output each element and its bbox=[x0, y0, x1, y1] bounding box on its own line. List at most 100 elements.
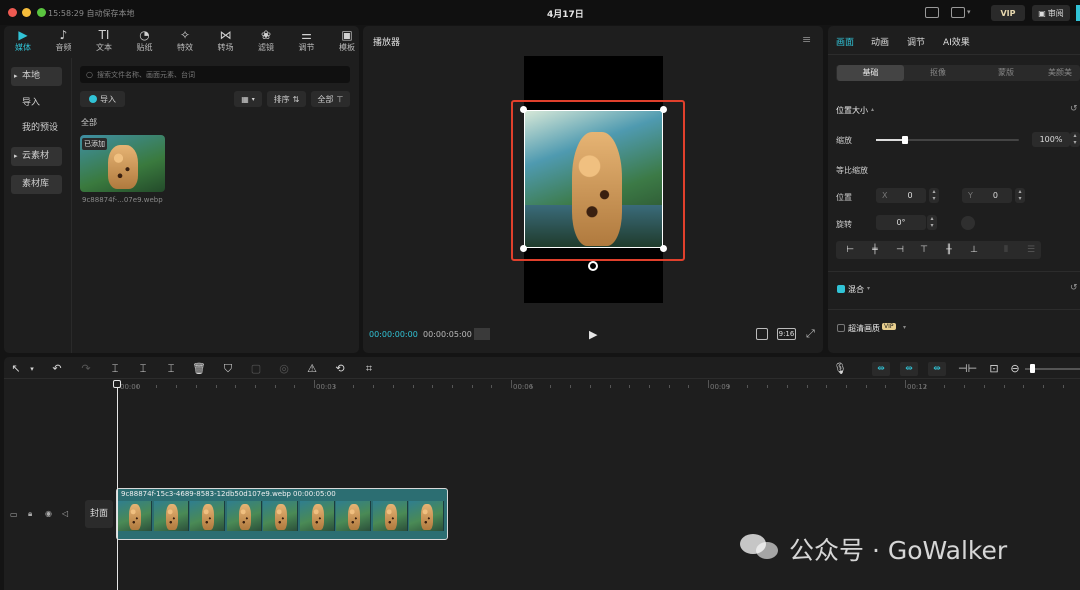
timeline-ruler[interactable] bbox=[115, 378, 1080, 390]
snap-icon[interactable]: ⇹ bbox=[900, 362, 918, 376]
zoom-out-icon[interactable]: ⊖ bbox=[1007, 362, 1023, 376]
layout-icon[interactable] bbox=[951, 7, 965, 18]
sidebar-item-presets[interactable]: 我的预设 bbox=[11, 119, 69, 138]
sidebar-item-library[interactable]: 素材库 bbox=[11, 175, 62, 194]
subtab-cutout[interactable]: 抠像 bbox=[904, 65, 972, 81]
sort-button[interactable]: 排序 ⇅ bbox=[267, 91, 306, 107]
crop-icon[interactable]: ⌗ bbox=[361, 362, 377, 376]
tool-effects[interactable]: ✧ 特效 bbox=[170, 28, 200, 53]
rotate-input[interactable]: 0° bbox=[876, 215, 926, 230]
zoom-knob[interactable] bbox=[1030, 364, 1035, 373]
main-track-link-icon[interactable]: ⇹ bbox=[872, 362, 890, 376]
distribute-v-icon[interactable]: ☰ bbox=[1021, 243, 1041, 257]
keyboard-icon[interactable] bbox=[925, 7, 939, 18]
subtab-basic[interactable]: 基础 bbox=[837, 65, 904, 81]
tool-audio[interactable]: ♪ 音频 bbox=[49, 28, 79, 53]
position-x-input[interactable]: X0 bbox=[876, 188, 926, 203]
subtab-beauty[interactable]: 美颜美 bbox=[1040, 65, 1080, 81]
tab-adjust[interactable]: 调节 bbox=[907, 35, 925, 48]
tool-media[interactable]: ▶ 媒体 bbox=[8, 28, 38, 53]
review-button[interactable]: ▣ 审阅 bbox=[1032, 5, 1070, 21]
hd-checkbox[interactable] bbox=[837, 324, 845, 332]
chevron-up-icon[interactable]: ▴ bbox=[871, 106, 874, 113]
mute-icon[interactable]: ◁ bbox=[62, 509, 68, 518]
y-stepper[interactable]: ▴ ▾ bbox=[1015, 188, 1025, 203]
scale-slider[interactable] bbox=[876, 136, 1019, 144]
menu-icon[interactable]: ≡ bbox=[802, 33, 811, 46]
chevron-down-icon[interactable]: ▾ bbox=[903, 324, 906, 331]
sidebar-item-local[interactable]: ▸ 本地 bbox=[11, 67, 62, 86]
align-center-h-icon[interactable]: ╪ bbox=[865, 243, 885, 257]
resize-handle-tl[interactable] bbox=[520, 106, 527, 113]
tool-template[interactable]: ▣ 模板 bbox=[332, 28, 362, 53]
resize-handle-tr[interactable] bbox=[660, 106, 667, 113]
split-left-icon[interactable]: ⌶ bbox=[135, 362, 151, 376]
chevron-down-icon[interactable]: ▾ bbox=[24, 362, 40, 376]
tab-ai-effects[interactable]: AI效果 bbox=[943, 35, 970, 48]
maximize-window-button[interactable] bbox=[37, 8, 46, 17]
aspect-ratio-button[interactable]: 9:16 bbox=[777, 328, 796, 340]
reset-icon[interactable]: ↺ bbox=[1070, 283, 1078, 293]
thumbnail-toggle-icon[interactable]: ⊡ bbox=[986, 362, 1002, 376]
play-icon[interactable]: ▶ bbox=[589, 328, 597, 341]
mirror-icon[interactable]: ⚠ bbox=[304, 362, 320, 376]
select-tool-icon[interactable]: ↖ bbox=[8, 362, 24, 376]
sidebar-item-import[interactable]: 导入 bbox=[11, 94, 62, 113]
close-window-button[interactable] bbox=[8, 8, 17, 17]
position-y-input[interactable]: Y0 bbox=[962, 188, 1012, 203]
blend-checkbox[interactable] bbox=[837, 285, 845, 293]
align-top-icon[interactable]: ⊤ bbox=[914, 243, 934, 257]
redo-icon[interactable]: ↷ bbox=[78, 362, 94, 376]
x-stepper[interactable]: ▴ ▾ bbox=[929, 188, 939, 203]
tool-sticker[interactable]: ◔ 贴纸 bbox=[130, 28, 160, 53]
zoom-slider[interactable] bbox=[1025, 364, 1080, 373]
eye-icon[interactable]: ◉ bbox=[45, 509, 52, 518]
track-video-icon[interactable]: ▭ bbox=[10, 510, 18, 519]
import-button[interactable]: 导入 bbox=[80, 91, 125, 107]
sidebar-item-cloud[interactable]: ▸ 云素材 bbox=[11, 147, 62, 166]
cover-button[interactable]: 封面 bbox=[85, 500, 113, 528]
playhead[interactable] bbox=[117, 382, 118, 590]
resize-handle-br[interactable] bbox=[660, 245, 667, 252]
view-mode-button[interactable]: ▦ ▾ bbox=[234, 91, 262, 107]
video-clip[interactable]: 9c88874f-15c3-4689-8583-12db50d107e9.web… bbox=[116, 488, 448, 540]
playhead-handle[interactable] bbox=[113, 380, 121, 388]
preview-axis-icon[interactable]: ⊣⊢ bbox=[958, 362, 977, 376]
rotate-dial-icon[interactable] bbox=[961, 216, 975, 230]
tool-filter[interactable]: ❀ 滤镜 bbox=[251, 28, 281, 53]
tab-animation[interactable]: 动画 bbox=[871, 35, 889, 48]
undo-icon[interactable]: ↶ bbox=[49, 362, 65, 376]
tool-transition[interactable]: ⋈ 转场 bbox=[211, 28, 241, 53]
scale-stepper[interactable]: ▴ ▾ bbox=[1070, 132, 1080, 147]
minimize-window-button[interactable] bbox=[22, 8, 31, 17]
fullscreen-icon[interactable]: ⤢ bbox=[806, 327, 815, 341]
transform-box[interactable] bbox=[524, 110, 663, 248]
media-thumbnail[interactable]: 已添加 bbox=[80, 135, 165, 192]
resize-handle-bl[interactable] bbox=[520, 245, 527, 252]
align-right-icon[interactable]: ⊣ bbox=[890, 243, 910, 257]
timecode-icon[interactable] bbox=[474, 328, 490, 340]
rotate-stepper[interactable]: ▴ ▾ bbox=[927, 215, 937, 230]
export-button[interactable] bbox=[1076, 5, 1080, 21]
rotate-icon[interactable]: ⟲ bbox=[332, 362, 348, 376]
tab-picture[interactable]: 画面 bbox=[836, 35, 854, 48]
scale-input[interactable]: 100% bbox=[1032, 132, 1070, 147]
reset-icon[interactable]: ↺ bbox=[1070, 104, 1078, 114]
tool-text[interactable]: TI 文本 bbox=[89, 28, 119, 53]
rotate-handle-icon[interactable] bbox=[588, 261, 598, 271]
shield-icon[interactable]: ⛉ bbox=[220, 362, 236, 376]
split-right-icon[interactable]: ⌶ bbox=[163, 362, 179, 376]
reverse-icon[interactable]: ◎ bbox=[276, 362, 292, 376]
delete-icon[interactable]: 🗑 bbox=[191, 362, 207, 376]
align-bottom-icon[interactable]: ⊥ bbox=[964, 243, 984, 257]
subtab-mask[interactable]: 蒙版 bbox=[972, 65, 1040, 81]
fit-screen-icon[interactable] bbox=[756, 328, 768, 340]
vip-button[interactable]: VIP bbox=[991, 5, 1025, 21]
linkage-icon[interactable]: ⇹ bbox=[928, 362, 946, 376]
tool-adjust[interactable]: ⚌ 调节 bbox=[292, 28, 322, 53]
lock-icon[interactable]: 🔒︎ bbox=[28, 509, 32, 519]
microphone-icon[interactable]: 🎙 bbox=[832, 362, 848, 376]
chevron-down-icon[interactable]: ▾ bbox=[867, 285, 870, 292]
scale-slider-knob[interactable] bbox=[901, 136, 908, 144]
search-input[interactable]: ○ 搜索文件名称、画面元素、台词 bbox=[80, 66, 350, 83]
